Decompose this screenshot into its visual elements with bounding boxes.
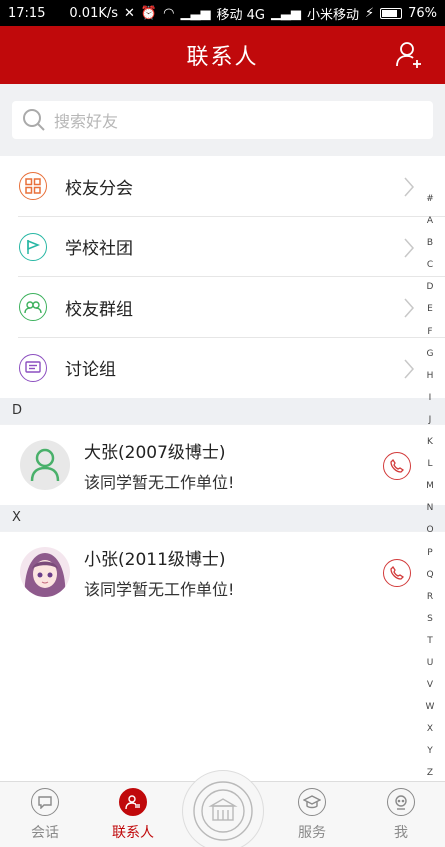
battery-level: 76%: [408, 5, 437, 21]
index-letter[interactable]: I: [429, 387, 432, 409]
tab-label: 服务: [298, 825, 326, 841]
index-letter[interactable]: R: [427, 586, 433, 608]
carrier-2: 小米移动: [306, 7, 359, 23]
index-letter[interactable]: H: [427, 365, 434, 387]
university-logo-button[interactable]: [182, 770, 264, 847]
phone-icon: [390, 566, 404, 580]
search-icon: [23, 109, 45, 131]
menu-label: 讨论组: [65, 360, 116, 381]
index-letter[interactable]: G: [427, 343, 434, 365]
menu-label: 校友分会: [65, 178, 133, 199]
person-icon: [30, 448, 60, 482]
index-letter[interactable]: T: [427, 630, 433, 652]
title-bar: 联系人: [0, 26, 445, 84]
index-letter[interactable]: C: [427, 254, 433, 276]
anime-avatar-image: [20, 547, 70, 597]
index-letter[interactable]: K: [427, 431, 433, 453]
alarm-icon: ⏰: [140, 5, 158, 21]
carrier-1: 移动 4G: [216, 7, 265, 23]
call-button[interactable]: [383, 452, 411, 480]
search-area: 搜索好友: [0, 84, 445, 154]
face-icon: [387, 788, 415, 816]
alphabet-index[interactable]: # A B C D E F G H I J K L M N O P Q R S T U V W X Y Z: [422, 188, 438, 785]
university-emblem-icon: [193, 781, 253, 841]
avatar: [20, 547, 70, 597]
index-letter[interactable]: O: [426, 519, 433, 541]
group-menu: 校友分会 学校社团 校友群组 讨论组: [0, 156, 445, 398]
tab-label: 联系人: [112, 825, 154, 841]
index-letter[interactable]: E: [427, 298, 433, 320]
tab-conversations[interactable]: 会话: [10, 788, 80, 842]
section-header-d: D: [0, 398, 445, 424]
tab-contacts[interactable]: 联系人: [98, 788, 168, 842]
group-icon: [19, 293, 47, 322]
index-letter[interactable]: S: [427, 608, 433, 630]
grid-icon: [19, 172, 47, 201]
menu-item-alumni-groups[interactable]: 校友群组: [0, 277, 445, 338]
mute-icon: ✕: [124, 5, 135, 21]
add-contact-icon[interactable]: [395, 40, 423, 70]
menu-item-school-clubs[interactable]: 学校社团: [0, 217, 445, 278]
tab-label: 会话: [31, 825, 59, 841]
signal-icon-2: ▁▃▅: [270, 5, 301, 21]
section-header-x: X: [0, 505, 445, 531]
contact-org: 该同学暂无工作单位!: [84, 472, 235, 492]
contact-name: 小张(2011级博士): [84, 549, 226, 570]
chevron-right-icon: [404, 298, 415, 318]
tab-services[interactable]: 服务: [277, 788, 347, 842]
chat-bubble-icon: [31, 788, 59, 816]
menu-label: 校友群组: [65, 299, 133, 320]
tab-me[interactable]: 我: [366, 788, 436, 842]
index-letter[interactable]: N: [427, 497, 434, 519]
chevron-right-icon: [404, 177, 415, 197]
index-letter[interactable]: P: [427, 542, 432, 564]
status-bar: 17:15 0.01K/s ✕ ⏰ ◠ ▁▃▅ 移动 4G ▁▃▅ 小米移动 ⚡…: [0, 0, 445, 26]
contact-name: 大张(2007级博士): [84, 442, 226, 463]
index-letter[interactable]: A: [427, 210, 433, 232]
status-time: 17:15: [8, 5, 46, 21]
phone-icon: [390, 459, 404, 473]
graduation-cap-icon: [298, 788, 326, 816]
chat-list-icon: [19, 353, 47, 382]
index-letter[interactable]: M: [426, 475, 434, 497]
index-letter[interactable]: U: [427, 652, 434, 674]
index-letter[interactable]: L: [427, 453, 432, 475]
avatar: [20, 440, 70, 490]
index-letter[interactable]: B: [427, 232, 433, 254]
contact-row[interactable]: 小张(2011级博士) 该同学暂无工作单位!: [0, 532, 445, 612]
search-placeholder: 搜索好友: [54, 112, 119, 131]
charging-icon: ⚡: [364, 5, 375, 21]
empty-list-area: [0, 610, 445, 782]
index-letter[interactable]: X: [427, 718, 433, 740]
menu-item-alumni-branch[interactable]: 校友分会: [0, 156, 445, 217]
contact-row[interactable]: 大张(2007级博士) 该同学暂无工作单位!: [0, 425, 445, 505]
chevron-right-icon: [404, 238, 415, 257]
index-letter[interactable]: V: [427, 674, 433, 696]
index-letter[interactable]: D: [427, 276, 434, 298]
contacts-icon: [119, 788, 147, 816]
wifi-icon: ◠: [163, 5, 175, 21]
menu-item-discussion-group[interactable]: 讨论组: [0, 338, 445, 399]
chevron-right-icon: [404, 359, 415, 378]
search-input[interactable]: 搜索好友: [12, 101, 433, 139]
index-letter[interactable]: Q: [426, 564, 433, 586]
flag-icon: [19, 232, 47, 261]
index-letter[interactable]: #: [426, 188, 434, 210]
index-letter[interactable]: F: [427, 321, 432, 343]
index-letter[interactable]: W: [426, 696, 435, 718]
tab-label: 我: [394, 825, 408, 841]
battery-icon: [380, 7, 403, 19]
index-letter[interactable]: J: [429, 409, 432, 431]
menu-label: 学校社团: [65, 239, 133, 260]
call-button[interactable]: [383, 559, 411, 587]
network-speed: 0.01K/s: [69, 5, 119, 21]
signal-icon: ▁▃▅: [180, 5, 211, 21]
page-title: 联系人: [186, 45, 259, 70]
index-letter[interactable]: Y: [427, 740, 433, 762]
contact-org: 该同学暂无工作单位!: [84, 579, 235, 599]
